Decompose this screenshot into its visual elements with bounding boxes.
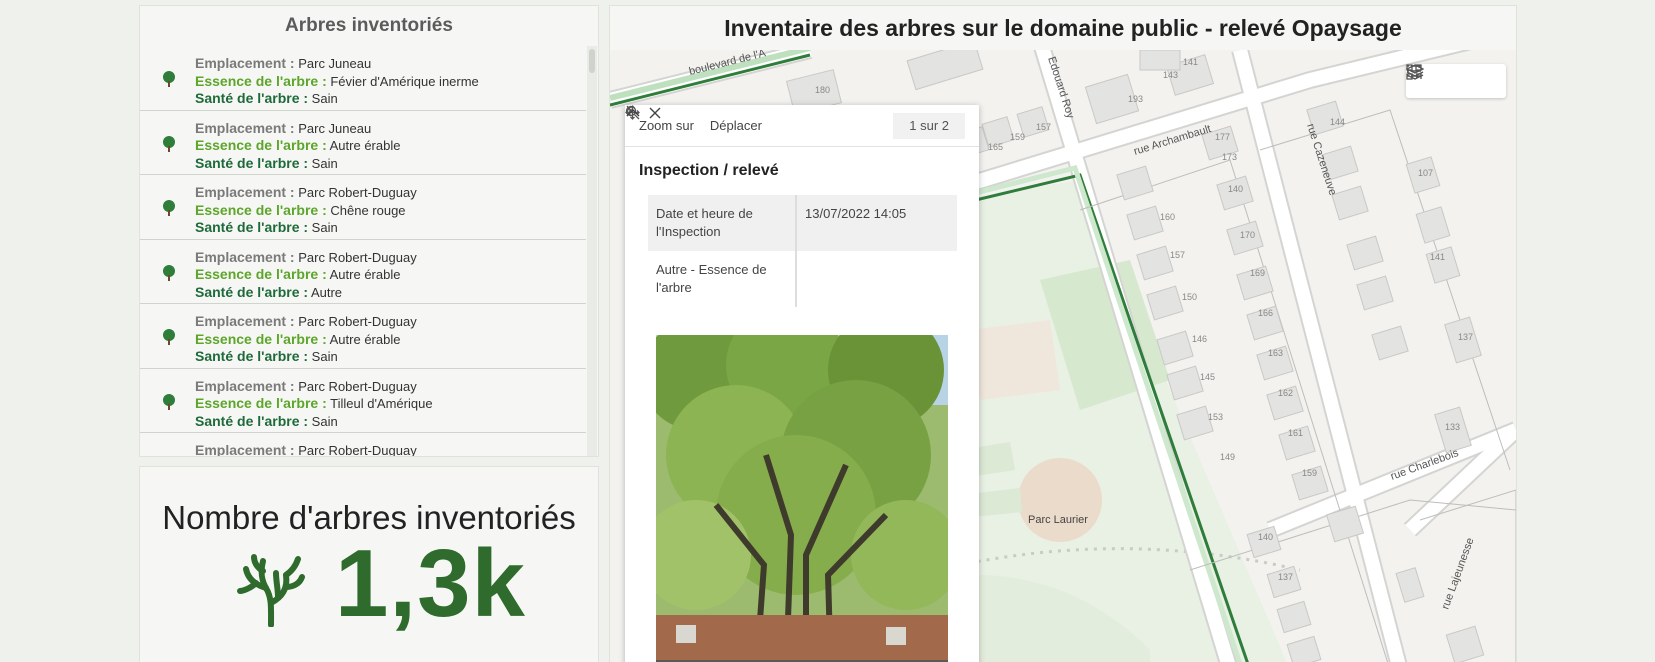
item-species: Essence de l'arbre : Autre érable: [195, 266, 401, 282]
count-value: 1,3k: [335, 530, 526, 637]
house-number: 146: [1192, 334, 1207, 344]
house-number: 166: [1258, 308, 1273, 318]
house-number: 157: [1170, 250, 1185, 260]
map-panel: Inventaire des arbres sur le domaine pub…: [609, 5, 1517, 662]
popup-pager: 1 sur 2: [626, 105, 965, 139]
list-item[interactable]: Emplacement : Parc Robert-Duguay Essence…: [140, 433, 586, 456]
house-number: 170: [1240, 230, 1255, 240]
house-number: 145: [1200, 372, 1215, 382]
label-parc: Parc Laurier: [1028, 514, 1088, 526]
list-item[interactable]: Emplacement : Parc Robert-Duguay Essence…: [140, 175, 586, 240]
house-number: 133: [1445, 422, 1460, 432]
tree-list[interactable]: Emplacement : Parc Juneau Essence de l'a…: [140, 46, 586, 456]
house-number: 153: [1208, 412, 1223, 422]
house-number: 137: [1278, 572, 1293, 582]
item-health: Santé de l'arbre : Sain: [195, 90, 338, 106]
house-number: 140: [1228, 184, 1243, 194]
attribute-key: Autre - Essence de l'arbre: [648, 251, 797, 307]
attribute-value: 13/07/2022 14:05: [805, 206, 907, 221]
item-species: Essence de l'arbre : Autre érable: [195, 137, 401, 153]
house-number: 150: [1182, 292, 1197, 302]
item-location: Emplacement : Parc Robert-Duguay: [195, 377, 417, 394]
item-species: Essence de l'arbre : Autre érable: [195, 330, 401, 347]
house-number: 140: [1258, 532, 1273, 542]
item-location: Emplacement : Parc Robert-Duguay: [195, 184, 417, 200]
popup-header: Inspection / relevé: [625, 107, 979, 195]
item-species: Essence de l'arbre : Chêne rouge: [195, 201, 406, 218]
tree-icon: [163, 71, 175, 87]
house-number: 157: [1036, 122, 1051, 132]
tree-icon: [163, 200, 175, 216]
list-item[interactable]: Emplacement : Parc Robert-Duguay Essence…: [140, 304, 586, 369]
tree-icon: [163, 135, 175, 152]
list-item[interactable]: Emplacement : Parc Juneau Essence de l'a…: [140, 46, 586, 111]
attribute-row: Autre - Essence de l'arbre: [648, 251, 957, 307]
list-item[interactable]: Emplacement : Parc Robert-Duguay Essence…: [140, 240, 586, 304]
house-number: 165: [988, 142, 1003, 152]
item-location: Emplacement : Parc Robert-Duguay: [195, 442, 417, 456]
item-species: Essence de l'arbre : Tilleul d'Amérique: [195, 395, 433, 411]
tree-icon: [163, 264, 175, 281]
house-number: 177: [1215, 132, 1230, 142]
item-health: Santé de l'arbre : Sain: [195, 219, 338, 235]
feature-popup: Zoom sur Déplacer 1 sur 2 Inspection / r…: [625, 105, 979, 662]
tree-count-panel: Nombre d'arbres inventoriés 1,3k: [139, 466, 599, 662]
tree-icon: [163, 329, 175, 345]
attribute-row: Date et heure de l'Inspection 13/07/2022…: [648, 195, 957, 251]
house-number: 163: [1268, 348, 1283, 358]
house-number: 107: [1418, 168, 1433, 178]
house-number: 143: [1163, 70, 1178, 80]
house-number: 169: [1250, 268, 1265, 278]
qr-icon[interactable]: [1406, 64, 1496, 92]
label-lajeunesse: rue Lajeunesse: [1440, 536, 1477, 611]
attribute-key: Date et heure de l'Inspection: [648, 195, 797, 251]
list-item[interactable]: Emplacement : Parc Juneau Essence de l'a…: [140, 111, 586, 175]
attribute-table: Date et heure de l'Inspection 13/07/2022…: [648, 195, 957, 307]
popup-toolbar: Zoom sur Déplacer 1 sur 2: [625, 105, 979, 147]
list-item[interactable]: Emplacement : Parc Robert-Duguay Essence…: [140, 369, 586, 433]
coral-tree-icon: [237, 554, 305, 627]
dashboard: Arbres inventoriés Emplacement : Parc Ju…: [0, 0, 1655, 662]
map-view[interactable]: boulevard de l'A Edouard Roy rue Archamb…: [610, 50, 1516, 662]
house-number: 162: [1278, 388, 1293, 398]
house-number: 141: [1430, 252, 1445, 262]
house-number: 141: [1183, 57, 1198, 67]
list-scrollbar[interactable]: [587, 46, 597, 456]
house-number: 193: [1128, 94, 1143, 104]
map-title: Inventaire des arbres sur le domaine pub…: [724, 15, 1402, 41]
tree-icon: [163, 393, 175, 410]
house-number: 144: [1330, 117, 1345, 127]
item-health: Santé de l'arbre : Sain: [195, 348, 338, 364]
house-number: 137: [1458, 332, 1473, 342]
item-location: Emplacement : Parc Robert-Duguay: [195, 313, 417, 329]
item-location: Emplacement : Parc Juneau: [195, 55, 372, 71]
layers-icon[interactable]: [1406, 64, 1467, 92]
tree-list-panel: Arbres inventoriés Emplacement : Parc Ju…: [139, 5, 599, 457]
item-location: Emplacement : Parc Juneau: [195, 119, 372, 136]
item-health: Santé de l'arbre : Sain: [195, 154, 338, 171]
attribute-value: [796, 251, 957, 307]
house-number: 173: [1222, 152, 1237, 162]
list-title: Arbres inventoriés: [285, 15, 453, 36]
house-number: 161: [1288, 428, 1303, 438]
house-number: 149: [1220, 452, 1235, 462]
item-health: Santé de l'arbre : Autre: [195, 283, 343, 300]
move-label: Déplacer: [709, 118, 762, 133]
close-icon[interactable]: [647, 105, 663, 121]
house-number: 159: [1010, 132, 1025, 142]
collapse-icon[interactable]: [625, 105, 641, 121]
pager-label: 1 sur 2: [909, 118, 949, 133]
item-species: Essence de l'arbre : Févier d'Amérique i…: [195, 72, 479, 89]
move-button[interactable]: Déplacer: [625, 105, 762, 133]
house-number: 160: [1160, 212, 1175, 222]
popup-title: Inspection / relevé: [639, 162, 779, 179]
house-number: 180: [815, 85, 830, 95]
item-health: Santé de l'arbre : Sain: [195, 412, 338, 429]
map-toolbar: [1406, 64, 1506, 98]
item-location: Emplacement : Parc Robert-Duguay: [195, 248, 417, 265]
house-number: 159: [1302, 468, 1317, 478]
scrollbar-thumb[interactable]: [589, 49, 595, 73]
tree-photo[interactable]: [656, 335, 948, 662]
